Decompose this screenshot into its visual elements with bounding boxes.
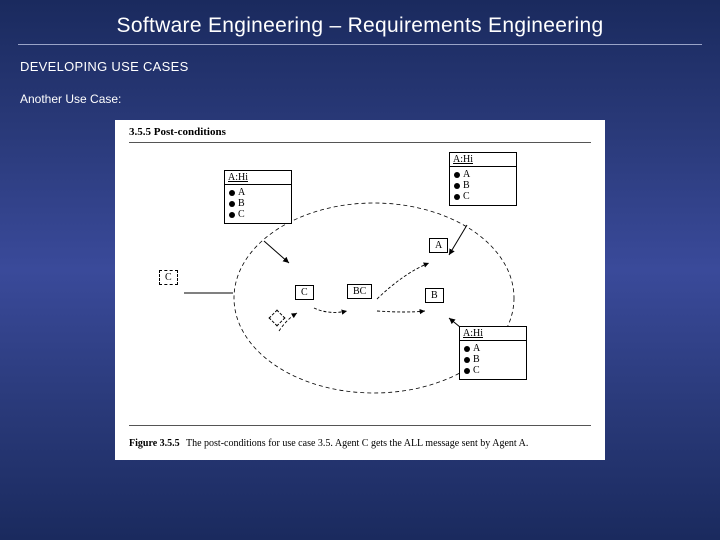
figure-heading: 3.5.5 Post-conditions	[129, 126, 226, 138]
node-item: A	[463, 169, 470, 180]
node-hi-left-label: A:Hi	[225, 171, 291, 185]
figure-caption-lead: Figure 3.5.5	[129, 438, 180, 449]
title-underline	[18, 44, 702, 45]
tag-bc: BC	[347, 284, 372, 299]
slide-title: Software Engineering – Requirements Engi…	[18, 14, 702, 38]
diagram: A:Hi A B C A:Hi A B C A:Hi	[129, 148, 591, 418]
node-item: B	[463, 180, 470, 191]
tag-a: A	[429, 238, 448, 253]
figure-caption: Figure 3.5.5 The post-conditions for use…	[129, 437, 591, 451]
node-item: C	[473, 365, 480, 376]
node-item: A	[473, 343, 480, 354]
bullet-icon	[464, 368, 470, 374]
figure-caption-text: The post-conditions for use case 3.5. Ag…	[186, 438, 528, 449]
subsection-heading: Another Use Case:	[20, 92, 702, 106]
bullet-icon	[454, 194, 460, 200]
bullet-icon	[464, 346, 470, 352]
node-hi-left: A:Hi A B C	[224, 170, 292, 224]
node-item: B	[238, 198, 245, 209]
node-hi-botright: A:Hi A B C	[459, 326, 527, 380]
node-item: C	[463, 191, 470, 202]
bullet-icon	[229, 190, 235, 196]
tag-b: B	[425, 288, 444, 303]
node-hi-botright-label: A:Hi	[460, 327, 526, 341]
bullet-icon	[229, 212, 235, 218]
figure-bottom-rule	[129, 425, 591, 426]
bullet-icon	[464, 357, 470, 363]
node-item: C	[238, 209, 245, 220]
figure-top-rule	[129, 142, 591, 143]
tag-c-outer: C	[159, 270, 178, 285]
bullet-icon	[229, 201, 235, 207]
bullet-icon	[454, 183, 460, 189]
node-item: B	[473, 354, 480, 365]
node-hi-topright: A:Hi A B C	[449, 152, 517, 206]
figure: 3.5.5 Post-conditions	[115, 120, 605, 460]
bullet-icon	[454, 172, 460, 178]
slide: Software Engineering – Requirements Engi…	[0, 0, 720, 540]
tag-c-inner: C	[295, 285, 314, 300]
node-hi-topright-label: A:Hi	[450, 153, 516, 167]
node-item: A	[238, 187, 245, 198]
diamond-icon	[269, 310, 286, 327]
section-heading: DEVELOPING USE CASES	[20, 59, 702, 74]
